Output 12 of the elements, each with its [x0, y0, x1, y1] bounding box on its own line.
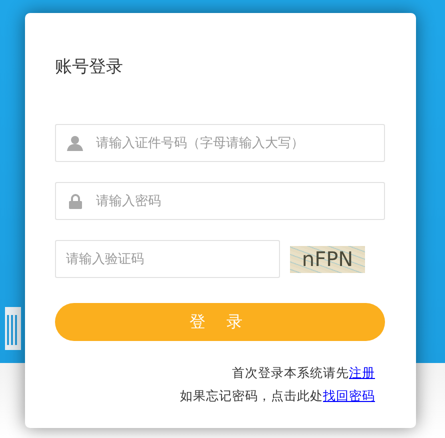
link[interactable]: 找回密码 — [323, 388, 375, 405]
user-icon — [67, 135, 83, 151]
hint-text: 如果忘记密码，点击此处 — [180, 388, 323, 405]
password-field[interactable]: 请输入密码 — [55, 182, 385, 220]
captcha-field[interactable]: 请输入验证码 — [55, 240, 280, 278]
link[interactable]: 注册 — [349, 365, 375, 382]
card-title: 账号登录 — [55, 56, 124, 78]
captcha-image[interactable]: nFPN — [290, 246, 365, 272]
hint-text: 首次登录本系统请先 — [232, 365, 349, 382]
lock-icon — [68, 194, 82, 208]
building-drawing — [3, 305, 23, 350]
id-number-field[interactable]: 请输入证件号码（字母请输入大写） — [55, 124, 385, 162]
